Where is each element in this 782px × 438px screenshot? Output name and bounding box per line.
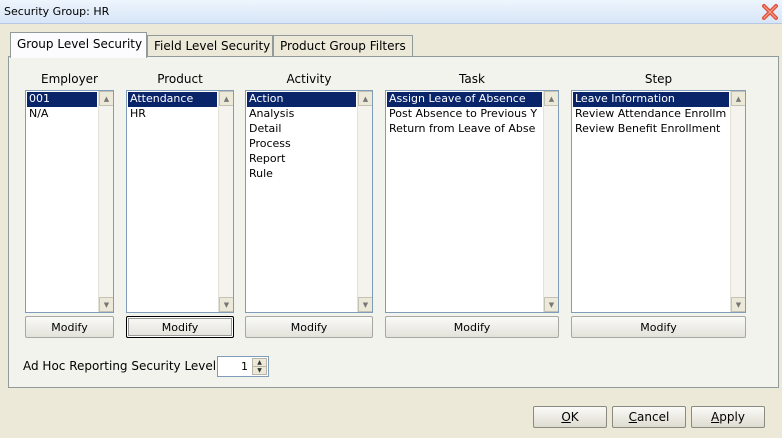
arrow-down-icon[interactable]: ▼ — [731, 297, 745, 312]
arrow-down-icon[interactable]: ▼ — [252, 366, 267, 375]
cancel-button[interactable]: Cancel — [612, 406, 686, 428]
list-item[interactable]: 001 — [27, 92, 97, 107]
list-item[interactable]: Return from Leave of Abse — [387, 122, 542, 137]
tab-product-group-filters[interactable]: Product Group Filters — [273, 35, 413, 57]
list-item[interactable]: Detail — [247, 122, 356, 137]
scrollbar[interactable]: ▲ ▼ — [98, 91, 113, 312]
list-item[interactable]: Report — [247, 152, 356, 167]
employer-modify-button[interactable]: Modify — [25, 316, 114, 338]
list-item[interactable]: Rule — [247, 167, 356, 182]
list-item[interactable]: Review Benefit Enrollment — [573, 122, 729, 137]
scrollbar[interactable]: ▲ ▼ — [218, 91, 233, 312]
title-bar: Security Group: HR — [0, 0, 782, 24]
adhoc-security-stepper[interactable]: 1 ▲ ▼ — [217, 356, 269, 377]
list-item[interactable]: Attendance — [128, 92, 217, 107]
activity-modify-button[interactable]: Modify — [245, 316, 373, 338]
adhoc-security-label: Ad Hoc Reporting Security Level — [23, 359, 217, 373]
step-listbox[interactable]: Leave Information Review Attendance Enro… — [571, 90, 746, 313]
ok-button[interactable]: OK — [533, 406, 607, 428]
tab-field-level-security[interactable]: Field Level Security — [147, 35, 273, 57]
list-item[interactable]: Leave Information — [573, 92, 729, 107]
arrow-up-icon[interactable]: ▲ — [219, 91, 233, 106]
arrow-up-icon[interactable]: ▲ — [731, 91, 745, 106]
tab-group-level-security[interactable]: Group Level Security — [10, 32, 147, 58]
task-listbox[interactable]: Assign Leave of Absence Post Absence to … — [385, 90, 559, 313]
arrow-up-icon[interactable]: ▲ — [544, 91, 558, 106]
list-item[interactable]: HR — [128, 107, 217, 122]
tab-label: Product Group Filters — [280, 39, 406, 53]
list-item[interactable]: Assign Leave of Absence — [387, 92, 542, 107]
ok-label: K — [570, 410, 579, 424]
apply-button[interactable]: Apply — [691, 406, 765, 428]
list-item[interactable]: Post Absence to Previous Y — [387, 107, 542, 122]
arrow-down-icon[interactable]: ▼ — [99, 297, 113, 312]
employer-listbox[interactable]: 001 N/A ▲ ▼ — [25, 90, 114, 313]
arrow-down-icon[interactable]: ▼ — [219, 297, 233, 312]
apply-label: pply — [719, 410, 745, 424]
arrow-down-icon[interactable]: ▼ — [358, 297, 372, 312]
scrollbar[interactable]: ▲ ▼ — [543, 91, 558, 312]
cancel-label: ancel — [637, 410, 670, 424]
list-item[interactable]: Action — [247, 92, 356, 107]
step-modify-button[interactable]: Modify — [571, 316, 746, 338]
arrow-up-icon[interactable]: ▲ — [358, 91, 372, 106]
product-modify-button[interactable]: Modify — [126, 316, 234, 338]
step-header: Step — [644, 72, 673, 86]
employer-header: Employer — [41, 72, 98, 86]
arrow-down-icon[interactable]: ▼ — [544, 297, 558, 312]
scrollbar[interactable]: ▲ ▼ — [357, 91, 372, 312]
list-item[interactable]: Analysis — [247, 107, 356, 122]
arrow-up-icon[interactable]: ▲ — [99, 91, 113, 106]
tab-label: Field Level Security — [154, 39, 271, 53]
product-header: Product — [157, 72, 203, 86]
window-title: Security Group: HR — [4, 5, 110, 18]
list-item[interactable]: Process — [247, 137, 356, 152]
activity-listbox[interactable]: Action Analysis Detail Process Report Ru… — [245, 90, 373, 313]
cancel-accel: C — [628, 410, 638, 424]
scrollbar[interactable]: ▲ ▼ — [730, 91, 745, 312]
close-button[interactable] — [760, 2, 780, 22]
close-x-icon — [762, 4, 778, 20]
list-item[interactable]: N/A — [27, 107, 97, 122]
product-listbox[interactable]: Attendance HR ▲ ▼ — [126, 90, 234, 313]
tab-label: Group Level Security — [17, 37, 143, 51]
task-modify-button[interactable]: Modify — [385, 316, 559, 338]
activity-header: Activity — [286, 72, 332, 86]
apply-accel: A — [711, 410, 720, 424]
list-item[interactable]: Review Attendance Enrollm — [573, 107, 729, 122]
ok-accel: O — [561, 410, 571, 424]
task-header: Task — [459, 72, 485, 86]
stepper-value[interactable]: 1 — [241, 360, 248, 373]
